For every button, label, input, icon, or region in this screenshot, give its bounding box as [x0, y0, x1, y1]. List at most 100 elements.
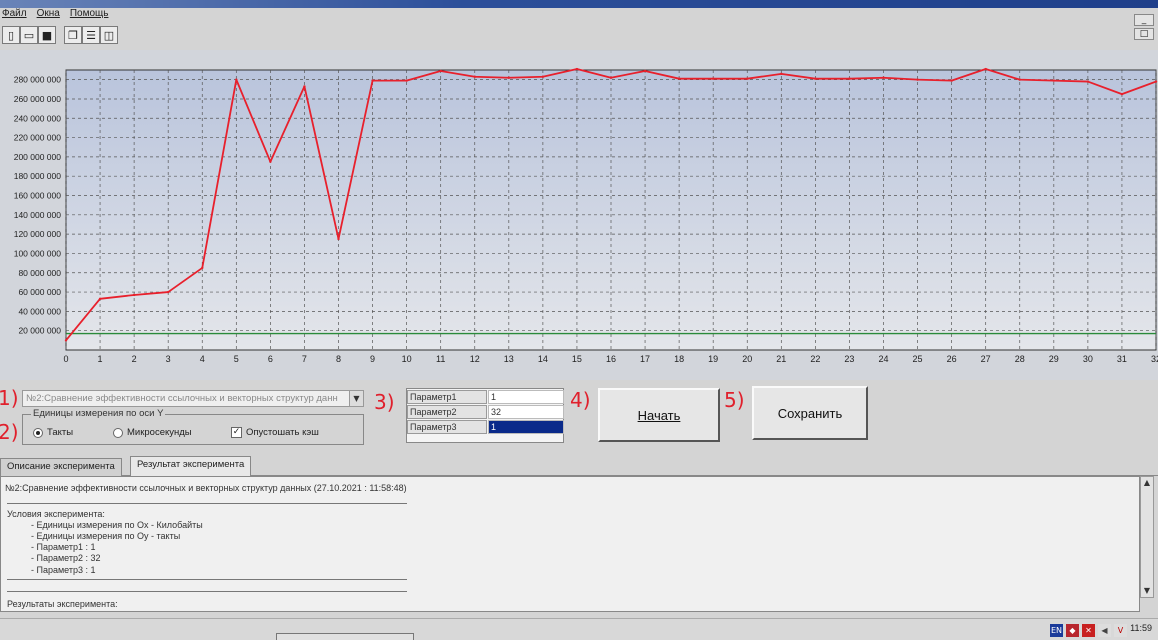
result-header: №2:Сравнение эффективности ссылочных и в… — [5, 483, 407, 493]
parameters-grid: Параметр1 1 Параметр2 32 Параметр3 1 — [406, 388, 564, 443]
param-name: Параметр1 — [407, 390, 487, 404]
radio-microseconds[interactable]: Микросекунды — [113, 427, 192, 438]
x-tick-label: 27 — [981, 354, 991, 364]
condition-line: - Единицы измерения по Oy - такты — [31, 531, 181, 541]
y-tick-label: 200 000 000 — [14, 152, 62, 162]
toolbar: ▯ ▭ ■ ❐ ☰ ◫ — [0, 24, 1158, 46]
y-tick-label: 80 000 000 — [18, 268, 61, 278]
x-tick-label: 28 — [1015, 354, 1025, 364]
data-point — [235, 78, 238, 81]
param-value[interactable]: 1 — [488, 390, 564, 404]
x-tick-label: 6 — [268, 354, 273, 364]
chevron-down-icon[interactable]: ▼ — [349, 391, 363, 406]
menu-help[interactable]: Помощь — [70, 6, 109, 22]
menu-bar: Файл Окна Помощь — [0, 6, 1110, 22]
experiment-select[interactable]: №2:Сравнение эффективности ссылочных и в… — [22, 390, 364, 407]
radio-microseconds-label: Микросекунды — [127, 427, 192, 438]
y-tick-label: 100 000 000 — [14, 248, 62, 258]
checkmark-icon[interactable]: ✓ — [231, 427, 242, 438]
x-tick-label: 30 — [1083, 354, 1093, 364]
antivirus-icon[interactable]: ◆ — [1066, 623, 1079, 637]
param-row: Параметр1 1 — [407, 390, 565, 404]
divider — [7, 503, 407, 504]
y-tick-label: 140 000 000 — [14, 210, 62, 220]
data-point — [64, 339, 68, 342]
data-point — [780, 72, 783, 76]
data-point — [166, 290, 170, 294]
x-tick-label: 24 — [878, 354, 888, 364]
start-button-label: Начать — [637, 407, 681, 423]
data-point — [643, 69, 647, 73]
radio-ticks-label: Такты — [47, 427, 74, 438]
x-tick-label: 10 — [402, 354, 412, 364]
data-point — [439, 69, 442, 73]
y-tick-label: 60 000 000 — [18, 287, 61, 297]
save-button[interactable]: Сохранить — [752, 386, 868, 440]
x-tick-label: 7 — [302, 354, 307, 364]
x-tick-label: 14 — [538, 354, 548, 364]
y-tick-label: 260 000 000 — [14, 94, 62, 104]
x-tick-label: 19 — [708, 354, 718, 364]
warning-icon[interactable]: ✕ — [1082, 623, 1095, 637]
new-file-icon[interactable]: ▯ — [2, 26, 20, 44]
marker-3: 3) — [374, 390, 395, 414]
taskbar-app-button[interactable] — [276, 633, 414, 640]
param-value[interactable]: 32 — [488, 405, 564, 419]
vertical-scrollbar[interactable]: ▲ ▼ — [1140, 476, 1154, 598]
x-tick-label: 12 — [470, 354, 480, 364]
tab-results[interactable]: Результат эксперимента — [130, 456, 252, 477]
y-tick-label: 220 000 000 — [14, 133, 62, 143]
tab-description[interactable]: Описание эксперимента — [0, 458, 122, 476]
menu-windows[interactable]: Окна — [37, 6, 60, 22]
x-tick-label: 32 — [1151, 354, 1158, 364]
data-point — [98, 297, 102, 301]
data-point — [848, 77, 851, 80]
language-indicator[interactable]: EN — [1050, 623, 1063, 637]
window-cascade-icon[interactable]: ❐ — [64, 26, 82, 44]
start-button[interactable]: Начать — [598, 388, 720, 442]
data-point — [1120, 92, 1124, 96]
condition-line: - Параметр2 : 32 — [31, 553, 101, 563]
x-tick-label: 1 — [98, 354, 103, 364]
vmware-icon[interactable]: V — [1114, 623, 1127, 637]
data-point — [473, 75, 476, 78]
conditions-title: Условия эксперимента: — [7, 509, 105, 519]
y-tick-label: 240 000 000 — [14, 113, 62, 123]
y-tick-label: 120 000 000 — [14, 229, 62, 239]
radio-microseconds-dot[interactable] — [113, 427, 123, 438]
scroll-up-icon[interactable]: ▲ — [1141, 477, 1153, 489]
y-tick-label: 40 000 000 — [18, 306, 61, 316]
menu-file[interactable]: Файл — [2, 6, 27, 22]
data-point — [984, 67, 987, 71]
y-tick-label: 160 000 000 — [14, 191, 62, 201]
open-folder-icon[interactable]: ▭ — [20, 26, 38, 44]
save-button-label: Сохранить — [777, 405, 843, 421]
clear-cache-checkbox[interactable]: ✓ Опустошать кэш — [231, 427, 319, 438]
volume-icon[interactable]: ◀ — [1098, 623, 1111, 637]
x-tick-label: 17 — [640, 354, 650, 364]
data-point — [337, 237, 340, 241]
clock: 11:59 — [1130, 623, 1152, 633]
clear-cache-label: Опустошать кэш — [246, 427, 319, 438]
condition-line: - Параметр1 : 1 — [31, 542, 96, 552]
window-tile-icon[interactable]: ☰ — [82, 26, 100, 44]
param-value-selected[interactable]: 1 — [488, 420, 564, 434]
data-point — [201, 266, 204, 270]
data-point — [575, 67, 579, 71]
param-name: Параметр2 — [407, 405, 487, 419]
window-split-icon[interactable]: ◫ — [100, 26, 118, 44]
experiment-select-value: №2:Сравнение эффективности ссылочных и в… — [26, 393, 338, 404]
radio-ticks-dot[interactable] — [33, 427, 43, 438]
x-tick-label: 3 — [166, 354, 171, 364]
data-point — [882, 76, 885, 79]
condition-line: - Единицы измерения по Ox - Килобайты — [31, 520, 203, 530]
save-icon[interactable]: ■ — [38, 26, 56, 44]
x-tick-label: 15 — [572, 354, 582, 364]
scroll-down-icon[interactable]: ▼ — [1141, 585, 1153, 597]
marker-2: 2) — [0, 420, 19, 444]
radio-ticks[interactable]: Такты — [33, 427, 73, 438]
x-tick-label: 4 — [200, 354, 205, 364]
x-tick-label: 5 — [234, 354, 239, 364]
results-text-area[interactable]: №2:Сравнение эффективности ссылочных и в… — [0, 476, 1140, 612]
marker-5: 5) — [724, 388, 745, 412]
